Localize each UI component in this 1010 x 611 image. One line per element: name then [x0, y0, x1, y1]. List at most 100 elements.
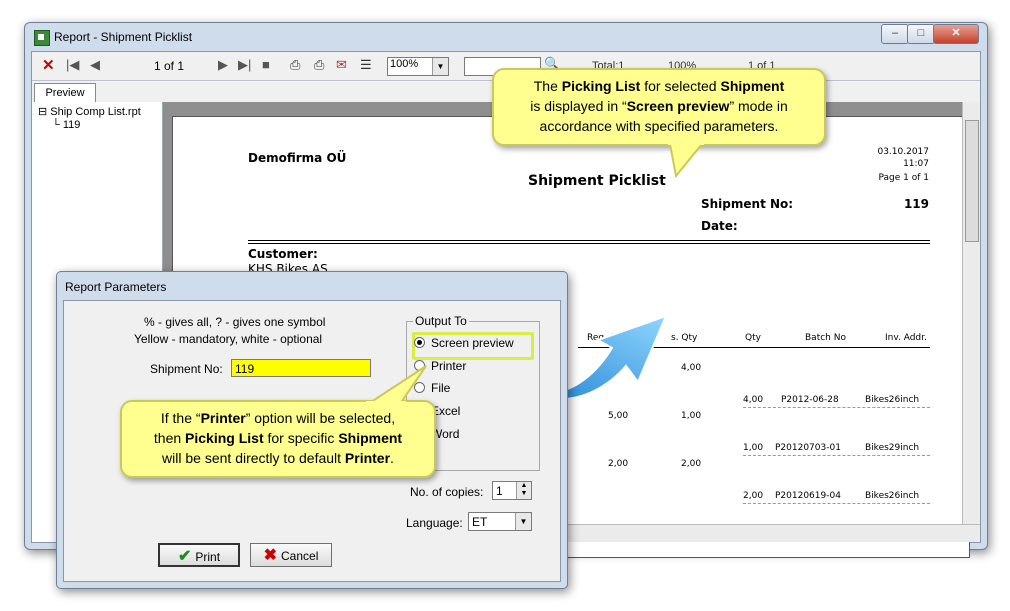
callout-text: If the “ [160, 410, 201, 426]
language-label: Language: [406, 516, 463, 530]
callout-text: ” mode in [729, 98, 788, 114]
print-setup-icon[interactable]: ⎙ [314, 57, 324, 73]
row-3-s-qty: 1,00 [681, 411, 702, 421]
copies-label: No. of copies: [410, 485, 484, 499]
callout-text: The [533, 78, 562, 94]
shipment-no-label: Shipment No: [150, 362, 223, 376]
tree-root[interactable]: ⊟ Ship Comp List.rpt [38, 105, 141, 118]
checkmark-icon: ✔ [177, 548, 192, 565]
header-rule-2 [248, 243, 930, 244]
callout-screen-preview: The Picking List for selected Shipment i… [492, 68, 826, 146]
zoom-select[interactable]: 100% ▼ [387, 57, 449, 76]
copies-value: 1 [496, 484, 503, 498]
callout-bottom-line-2: then Picking List for specific Shipment [122, 428, 434, 448]
row-5-s-qty: 2,00 [681, 459, 702, 469]
cancel-button[interactable]: ✖ Cancel [250, 543, 332, 567]
radio-selected-icon [414, 337, 425, 348]
chevron-down-icon: ▼ [515, 513, 531, 530]
last-page-icon[interactable]: ▶| [238, 57, 251, 73]
zoom-value: 100% [390, 58, 419, 70]
date-label: Date: [701, 219, 738, 233]
tree-root-label: Ship Comp List.rpt [50, 106, 141, 118]
callout-tail-shape [364, 365, 427, 405]
maximize-button[interactable]: □ [907, 24, 935, 44]
stop-icon[interactable]: ■ [262, 57, 270, 72]
row-4-inv: Bikes29inch [865, 443, 920, 453]
next-page-icon[interactable]: ▶ [218, 57, 228, 73]
shipment-no-input[interactable]: 119 [231, 359, 371, 377]
callout-bottom-tail [364, 365, 427, 406]
app-icon [34, 30, 50, 46]
callout-text: is displayed in “ [530, 98, 627, 114]
callout-printer: If the “Printer” option will be selected… [120, 400, 436, 478]
export-icon[interactable]: ✉ [336, 57, 347, 73]
callout-text: then [153, 430, 186, 446]
row-1-s-qty: 4,00 [681, 363, 702, 373]
prev-page-icon[interactable]: ◀ [90, 57, 100, 73]
callout-bottom-line-3: will be sent directly to default Printer… [122, 448, 434, 468]
callout-top-tail [668, 140, 705, 179]
callout-text: for selected [640, 78, 721, 94]
col-s-qty: s. Qty [671, 333, 698, 343]
callout-top-line-3: accordance with specified parameters. [539, 118, 779, 134]
row-2-qty: 4,00 [743, 395, 764, 405]
row-2-batch: P2012-06-28 [781, 395, 839, 405]
output-to-label: Output To [413, 314, 469, 328]
report-page-number: Page 1 of 1 [878, 173, 930, 183]
title-bar: Report - Shipment Picklist ‒ □ ✕ [25, 23, 987, 51]
vertical-scrollbar[interactable] [962, 102, 980, 525]
tree-child-label: 119 [62, 119, 81, 131]
tab-preview[interactable]: Preview [34, 83, 96, 102]
callout-bold: Printer [200, 410, 246, 426]
scroll-thumb[interactable] [965, 120, 979, 242]
row-4-qty: 1,00 [743, 443, 764, 453]
stepper-arrows-icon[interactable]: ▲ ▼ [516, 482, 531, 499]
language-select[interactable]: ET ▼ [468, 512, 532, 531]
radio-screen-preview[interactable]: Screen preview [412, 332, 534, 360]
row-5-req-qty: 2,00 [608, 459, 629, 469]
row-6-batch: P20120619-04 [775, 491, 841, 501]
chevron-down-icon: ▼ [432, 58, 448, 75]
cancel-x-icon: ✖ [263, 547, 278, 564]
copies-stepper[interactable]: 1 ▲ ▼ [492, 481, 532, 500]
company-name: Demofirma OÜ [248, 151, 347, 165]
callout-bold: Picking List [561, 78, 641, 94]
callout-bold: Shipment [338, 430, 403, 446]
report-date: 03.10.2017 [877, 147, 929, 157]
row-6-inv: Bikes26inch [865, 491, 920, 501]
col-inv-addr: Inv. Addr. [885, 333, 927, 343]
row-3-req-qty: 5,00 [608, 411, 629, 421]
print-button[interactable]: ✔ Print [158, 543, 240, 567]
row-4-batch: P20120703-01 [775, 443, 841, 453]
hint-wildcards: % - gives all, ? - gives one symbol [144, 315, 326, 329]
tree-child[interactable]: └ 119 [52, 119, 80, 131]
col-qty: Qty [745, 333, 761, 343]
callout-tail-mask [668, 140, 704, 145]
close-report-icon[interactable]: ✕ [42, 56, 55, 74]
tab-strip: Preview [32, 81, 162, 102]
callout-bottom-line-1: If the “Printer” option will be selected… [122, 408, 434, 428]
language-value: ET [472, 515, 488, 529]
row-4-separator [743, 455, 930, 456]
print-icon[interactable]: ⎙ [290, 57, 300, 73]
row-6-separator [743, 503, 930, 504]
close-button[interactable]: ✕ [933, 24, 979, 44]
callout-bold: Printer [344, 450, 391, 466]
report-time: 11:07 [903, 159, 929, 169]
callout-top-line-2: is displayed in “Screen preview” mode in [494, 96, 824, 116]
callout-tail-mask [366, 401, 406, 406]
callout-text: for specific [263, 430, 339, 446]
minimize-button[interactable]: ‒ [881, 24, 909, 44]
group-tree-icon[interactable]: ☰ [360, 57, 372, 73]
print-button-label: Print [195, 550, 221, 564]
cancel-button-label: Cancel [281, 549, 319, 563]
row-2-inv: Bikes26inch [865, 395, 920, 405]
selection-highlight [412, 332, 534, 360]
callout-text: . [390, 450, 394, 466]
dialog-title: Report Parameters [65, 280, 167, 294]
col-batch-no: Batch No [805, 333, 846, 343]
callout-tail-shape [668, 143, 705, 179]
shipment-no-label: Shipment No: [701, 197, 794, 211]
first-page-icon[interactable]: |◀ [66, 57, 79, 73]
window-title: Report - Shipment Picklist [54, 30, 193, 44]
